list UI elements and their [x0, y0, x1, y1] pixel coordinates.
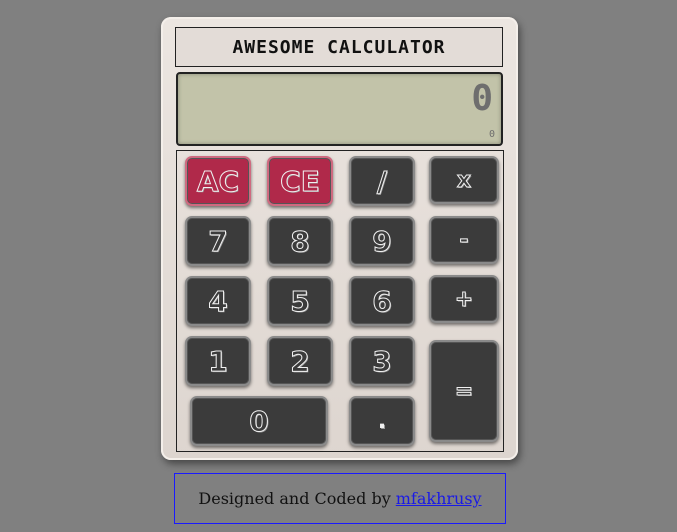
display-value: 0	[471, 78, 493, 119]
three-button[interactable]: 3	[349, 336, 415, 386]
nine-button[interactable]: 9	[349, 216, 415, 266]
two-button[interactable]: 2	[267, 336, 333, 386]
display-history: 0	[488, 129, 495, 140]
all-clear-button[interactable]: AC	[185, 156, 251, 206]
calculator: AWESOME CALCULATOR 0 0 AC CE / x 7 8 9 -…	[161, 17, 518, 460]
calculator-display: 0 0	[176, 72, 503, 146]
divide-button[interactable]: /	[349, 156, 415, 206]
seven-button[interactable]: 7	[185, 216, 251, 266]
six-button[interactable]: 6	[349, 276, 415, 326]
zero-button[interactable]: 0	[190, 396, 328, 446]
decimal-button[interactable]: .	[349, 396, 415, 446]
minus-button[interactable]: -	[429, 216, 499, 264]
eight-button[interactable]: 8	[267, 216, 333, 266]
plus-button[interactable]: +	[429, 275, 499, 323]
one-button[interactable]: 1	[185, 336, 251, 386]
equals-button[interactable]: =	[429, 340, 499, 442]
footer-text: Designed and Coded by	[198, 489, 391, 508]
multiply-button[interactable]: x	[429, 156, 499, 204]
five-button[interactable]: 5	[267, 276, 333, 326]
clear-entry-button[interactable]: CE	[267, 156, 333, 206]
author-link[interactable]: mfakhrusy	[396, 489, 482, 508]
calculator-title: AWESOME CALCULATOR	[175, 27, 503, 67]
footer-credit: Designed and Coded by mfakhrusy	[174, 473, 506, 524]
four-button[interactable]: 4	[185, 276, 251, 326]
keypad: AC CE / x 7 8 9 - 4 5 6 + 1 2 3 = 0 .	[176, 150, 504, 452]
